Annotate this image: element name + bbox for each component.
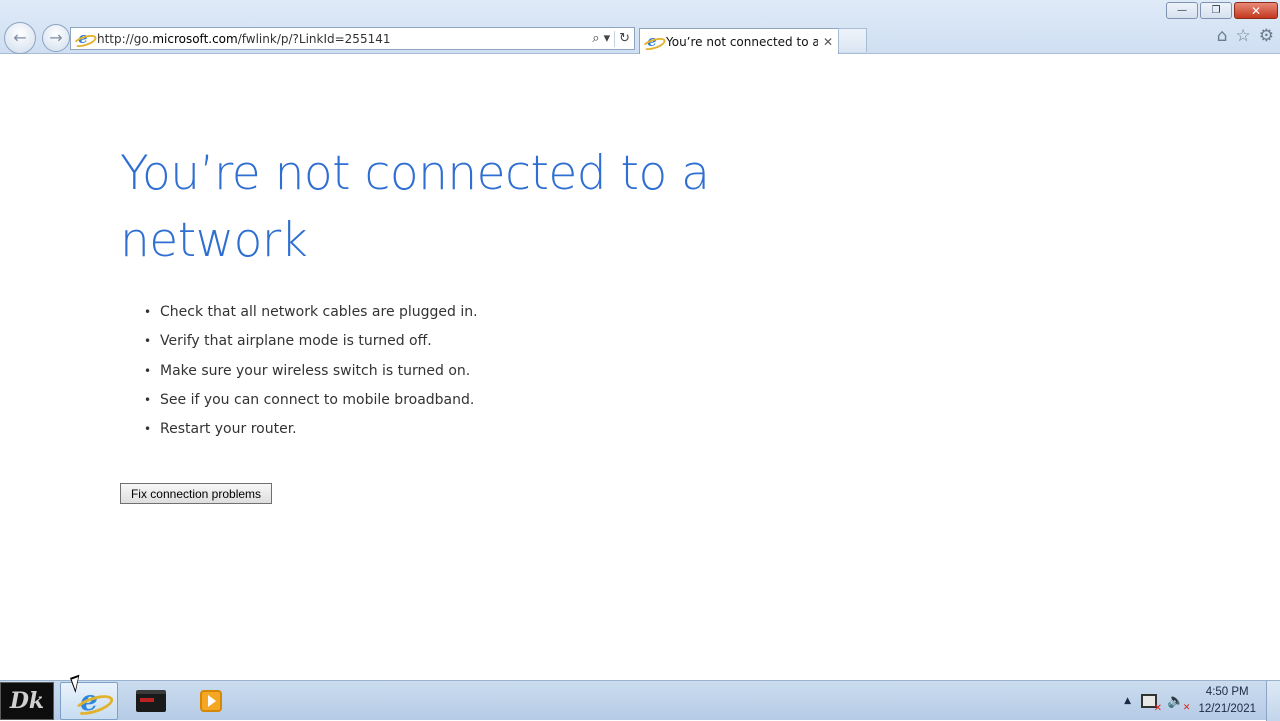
list-item: • Verify that airplane mode is turned off…: [144, 327, 478, 356]
tab-active[interactable]: e You’re not connected to a ... ✕: [639, 28, 839, 54]
home-icon[interactable]: ⌂: [1217, 28, 1228, 45]
refresh-icon[interactable]: ↻: [619, 31, 630, 46]
close-button[interactable]: ✕: [1234, 2, 1278, 19]
list-item: • Restart your router.: [144, 415, 478, 444]
ie-page-icon: e: [75, 31, 91, 47]
back-button[interactable]: ←: [4, 22, 36, 54]
address-divider: [614, 30, 616, 47]
tip-text: Make sure your wireless switch is turned…: [160, 362, 471, 379]
forward-arrow-icon: →: [49, 28, 63, 47]
taskbar-internet-explorer[interactable]: e: [60, 682, 118, 720]
url-prefix: http://go.: [97, 31, 153, 46]
fix-connection-problems-button[interactable]: Fix connection problems: [120, 483, 272, 504]
taskbar-media-player[interactable]: [182, 682, 240, 720]
clock-time: 4:50 PM: [1205, 686, 1249, 698]
new-tab-button[interactable]: [838, 28, 867, 52]
show-hidden-icons-icon[interactable]: ▲: [1124, 696, 1131, 706]
address-bar[interactable]: e http://go.microsoft.com/fwlink/p/?Link…: [70, 27, 635, 50]
clock-date: 12/21/2021: [1198, 703, 1256, 715]
bullet-icon: •: [144, 392, 152, 407]
show-desktop-button[interactable]: [1266, 681, 1280, 721]
internet-explorer-icon: e: [80, 684, 98, 717]
back-arrow-icon: ←: [13, 28, 27, 47]
tab-close-icon[interactable]: ✕: [818, 35, 838, 49]
url-text[interactable]: http://go.microsoft.com/fwlink/p/?LinkId…: [97, 32, 592, 46]
taskbar: Dk e ▲ 🔈 4:50 PM 12/21/2021: [0, 680, 1280, 721]
page-content: You’re not connected to a network • Check…: [0, 55, 1280, 680]
browser-titlebar: — ❐ ✕ ← → e http://go.microsoft.com/fwli…: [0, 0, 1280, 54]
address-bar-icons: ⌕ ▾ ↻: [592, 30, 634, 47]
tip-text: Check that all network cables are plugge…: [160, 304, 478, 320]
bullet-icon: •: [144, 363, 152, 378]
list-item: • Make sure your wireless switch is turne…: [144, 357, 478, 386]
ie-tab-icon: e: [644, 34, 660, 50]
tip-text: Restart your router.: [160, 421, 297, 438]
command-icons: ⌂ ☆ ⚙: [1217, 28, 1274, 45]
folder-icon: [136, 690, 166, 712]
media-player-icon: [200, 690, 222, 712]
start-button[interactable]: Dk: [0, 682, 54, 720]
clock[interactable]: 4:50 PM 12/21/2021: [1198, 684, 1256, 718]
tip-text: See if you can connect to mobile broadba…: [160, 391, 475, 408]
bullet-icon: •: [144, 334, 152, 349]
window-controls: — ❐ ✕: [1166, 2, 1278, 19]
minimize-button[interactable]: —: [1166, 2, 1198, 19]
tab-title: You’re not connected to a ...: [666, 34, 818, 49]
network-disconnected-icon[interactable]: [1141, 694, 1162, 714]
bullet-icon: •: [144, 422, 152, 437]
search-icon[interactable]: ⌕: [592, 31, 599, 46]
troubleshooting-list: • Check that all network cables are plugg…: [144, 298, 478, 444]
list-item: • See if you can connect to mobile broadb…: [144, 386, 478, 415]
bullet-icon: •: [144, 305, 152, 319]
page-title: You’re not connected to a network: [120, 146, 710, 268]
taskbar-file-explorer[interactable]: [122, 682, 180, 720]
url-domain: microsoft.com: [152, 31, 238, 46]
volume-muted-icon[interactable]: 🔈: [1167, 693, 1191, 713]
dropdown-icon[interactable]: ▾: [604, 31, 611, 46]
forward-button[interactable]: →: [42, 24, 70, 52]
tip-text: Verify that airplane mode is turned off.: [160, 333, 432, 350]
system-tray: ▲ 🔈 4:50 PM 12/21/2021: [1124, 681, 1256, 721]
list-item: • Check that all network cables are plugg…: [144, 298, 478, 327]
tools-gear-icon[interactable]: ⚙: [1259, 28, 1274, 45]
url-path: /fwlink/p/?LinkId=255141: [237, 31, 391, 46]
restore-button[interactable]: ❐: [1200, 2, 1232, 19]
favorites-star-icon[interactable]: ☆: [1236, 28, 1251, 45]
